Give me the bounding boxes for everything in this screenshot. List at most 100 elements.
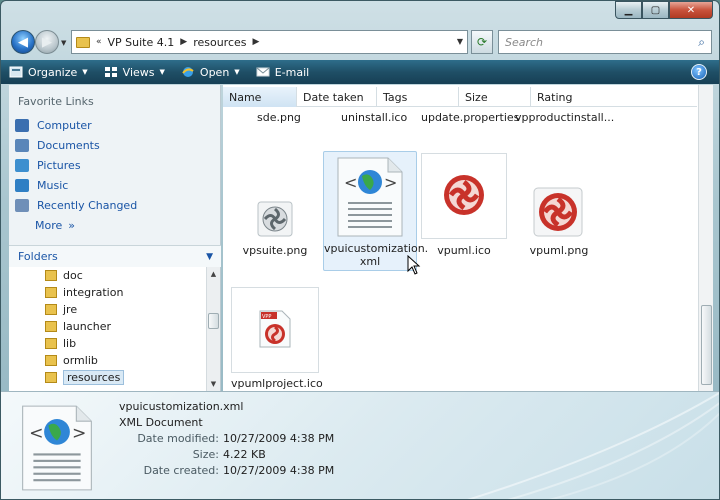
favorite-link-label: Documents xyxy=(37,138,100,152)
chevron-down-icon: ▼ xyxy=(206,251,213,262)
file-item[interactable]: sde.png xyxy=(257,111,301,124)
breadcrumb-item[interactable]: resources xyxy=(193,36,246,49)
file-tile-label: vpuml.png xyxy=(529,244,589,257)
file-tile[interactable]: vpsuite.png xyxy=(235,153,315,263)
back-button[interactable]: ◀ xyxy=(11,30,35,54)
minimize-button[interactable]: ▁ xyxy=(615,1,642,19)
details-filetype: XML Document xyxy=(119,416,203,429)
file-tile-label: vpuicustomization. xyxy=(324,242,429,255)
scroll-up-icon[interactable]: ▲ xyxy=(207,267,220,281)
address-dropdown-icon[interactable]: ▼ xyxy=(457,37,463,46)
address-row: ◀ ▶ ▼ « VP Suite 4.1 ▶ resources ▶ ▼ ⟳ S… xyxy=(1,27,719,57)
breadcrumb-chevron-icon[interactable]: ▶ xyxy=(253,37,260,47)
search-input[interactable]: Search ⌕ xyxy=(498,30,712,54)
file-tile-selected[interactable]: < > vpuicustomization. xml xyxy=(323,151,429,271)
tree-item-label: resources xyxy=(63,370,125,385)
tree-item-label: ormlib xyxy=(63,354,98,367)
vpuml-icon xyxy=(533,187,583,237)
favorite-links-heading: Favorite Links xyxy=(18,95,94,108)
refresh-icon: ⟳ xyxy=(476,35,488,49)
favorite-link-music[interactable]: Music xyxy=(13,175,213,195)
file-tile-label: vpumlproject.ico xyxy=(231,377,323,390)
scroll-down-icon[interactable]: ▼ xyxy=(207,377,220,391)
organize-button[interactable]: Organize ▼ xyxy=(9,66,88,79)
details-value: 10/27/2009 4:38 PM xyxy=(223,432,335,445)
double-chevron-right-icon: » xyxy=(68,218,76,232)
more-link[interactable]: More » xyxy=(13,215,213,235)
organize-label: Organize xyxy=(28,65,78,79)
views-label: Views xyxy=(122,65,155,79)
favorite-links-list: Computer Documents Pictures Music Recent… xyxy=(13,115,213,235)
mouse-cursor-icon xyxy=(407,255,421,275)
column-header-label: Name xyxy=(229,90,262,104)
tree-item-label: launcher xyxy=(63,320,112,333)
folders-header[interactable]: Folders ▼ xyxy=(9,245,221,267)
folder-icon xyxy=(45,270,57,281)
favorite-link-documents[interactable]: Documents xyxy=(13,135,213,155)
breadcrumb-item[interactable]: VP Suite 4.1 xyxy=(108,36,175,49)
help-icon: ? xyxy=(696,66,702,78)
refresh-button[interactable]: ⟳ xyxy=(471,30,493,54)
explorer-window: ▁ ▢ ✕ ◀ ▶ ▼ « VP Suite 4.1 ▶ resources ▶… xyxy=(0,0,720,500)
search-icon[interactable]: ⌕ xyxy=(698,35,705,50)
email-button[interactable]: E-mail xyxy=(256,66,309,79)
folder-icon xyxy=(45,304,57,315)
file-item[interactable]: uninstall.ico xyxy=(341,111,407,124)
column-header-rating[interactable]: Rating xyxy=(531,87,621,107)
favorite-link-computer[interactable]: Computer xyxy=(13,115,213,135)
file-tile[interactable]: vpuml.ico xyxy=(421,153,507,263)
breadcrumb-chevron-icon[interactable]: ▶ xyxy=(180,37,187,47)
folder-icon xyxy=(76,36,90,48)
open-label: Open xyxy=(199,65,230,79)
favorite-link-recently-changed[interactable]: Recently Changed xyxy=(13,195,213,215)
file-tile[interactable]: VPP vpumlproject.ico xyxy=(231,287,323,391)
column-header-label: Date taken xyxy=(303,90,364,104)
open-button[interactable]: Open ▼ xyxy=(181,66,240,79)
vpuml-icon xyxy=(444,175,484,215)
tree-item[interactable]: launcher xyxy=(9,318,207,335)
recent-icon xyxy=(15,198,29,212)
column-header-label: Size xyxy=(465,90,488,104)
arrow-right-icon: ▶ xyxy=(42,34,52,50)
column-header-name[interactable]: Name xyxy=(223,87,297,107)
tree-item-label: lib xyxy=(63,337,77,350)
folder-icon xyxy=(45,321,57,332)
file-item[interactable]: update.properties xyxy=(421,111,519,124)
column-header-tags[interactable]: Tags xyxy=(377,87,459,107)
details-file-icon: < > xyxy=(19,404,95,492)
tree-item[interactable]: ormlib xyxy=(9,352,207,369)
scroll-thumb[interactable] xyxy=(208,313,219,329)
file-tile[interactable]: vpuml.png xyxy=(513,153,605,263)
tree-item-selected[interactable]: resources xyxy=(9,369,207,386)
help-button[interactable]: ? xyxy=(691,64,707,80)
svg-text:VPP: VPP xyxy=(262,314,271,320)
tree-item[interactable]: lib xyxy=(9,335,207,352)
tree-item[interactable]: jre xyxy=(9,301,207,318)
svg-text:>: > xyxy=(72,423,86,443)
svg-text:<: < xyxy=(29,423,43,443)
column-header-label: Tags xyxy=(383,90,408,104)
forward-button[interactable]: ▶ xyxy=(35,30,59,54)
favorite-link-pictures[interactable]: Pictures xyxy=(13,155,213,175)
history-dropdown[interactable]: ▼ xyxy=(61,39,66,47)
file-item[interactable]: vpproductinstall... xyxy=(515,111,614,124)
details-row-date-modified: Date modified: 10/27/2009 4:38 PM xyxy=(119,432,334,447)
views-button[interactable]: Views ▼ xyxy=(104,66,165,79)
tree-item[interactable]: doc xyxy=(9,267,207,284)
maximize-button[interactable]: ▢ xyxy=(642,1,669,19)
scroll-thumb[interactable] xyxy=(701,305,712,385)
file-list-scrollbar[interactable] xyxy=(698,85,713,391)
pictures-icon xyxy=(15,158,29,172)
column-header-date-taken[interactable]: Date taken xyxy=(297,87,377,107)
folder-icon xyxy=(45,372,57,383)
navigation-pane: Favorite Links Computer Documents Pictur… xyxy=(9,85,221,391)
svg-text:>: > xyxy=(384,173,397,192)
address-bar[interactable]: « VP Suite 4.1 ▶ resources ▶ ▼ xyxy=(71,30,468,54)
favorite-link-label: Computer xyxy=(37,118,92,132)
chevron-down-icon: ▼ xyxy=(234,68,240,76)
close-button[interactable]: ✕ xyxy=(669,1,713,19)
breadcrumb-overflow-icon[interactable]: « xyxy=(96,37,102,47)
column-header-size[interactable]: Size xyxy=(459,87,531,107)
folder-tree-scrollbar[interactable]: ▲ ▼ xyxy=(206,267,220,391)
tree-item[interactable]: integration xyxy=(9,284,207,301)
